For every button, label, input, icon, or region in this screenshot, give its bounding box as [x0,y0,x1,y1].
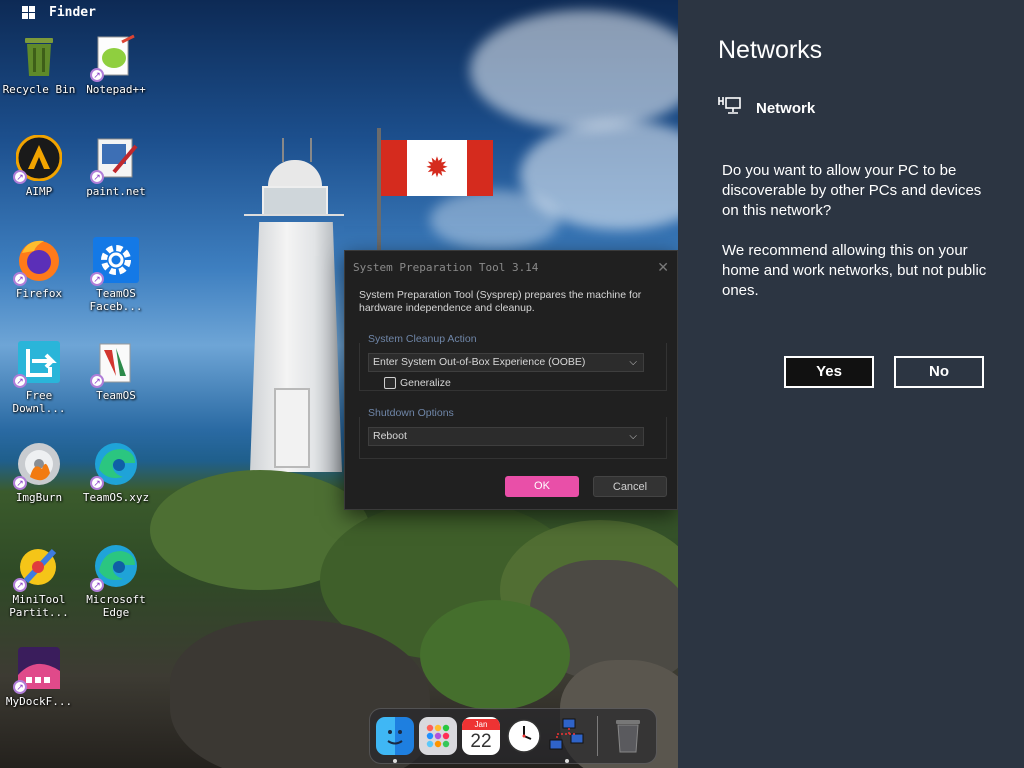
top-menu-bar: Finder [0,0,678,24]
desktop-icon-firefox[interactable]: ↗ Firefox [0,236,78,300]
settings-gear-icon: ↗ [90,236,140,286]
desktop-icon-imgburn[interactable]: ↗ ImgBurn [0,440,78,504]
discoverable-question: Do you want to allow your PC to be disco… [722,162,982,219]
network-name: Network [756,100,816,117]
ok-button[interactable]: OK [505,476,579,497]
chevron-down-icon: ⌵ [629,357,637,368]
recycle-bin-icon [15,32,63,80]
chevron-down-icon: ⌵ [629,431,637,442]
launchpad-icon[interactable] [419,717,457,755]
cleanup-action-group: System Cleanup Action Enter System Out-o… [359,333,667,391]
imgburn-icon: ↗ [13,440,63,490]
active-app-name[interactable]: Finder [49,5,96,20]
mydock-icon: ↗ [13,644,63,694]
generalize-label: Generalize [400,377,451,389]
notepad-plus-plus-icon: ↗ [90,32,140,82]
shutdown-options-group: Shutdown Options Reboot ⌵ [359,407,667,459]
group-title: Shutdown Options [368,407,458,419]
desktop-icon-microsoft-edge[interactable]: ↗ Microsoft Edge [77,542,155,619]
trash-icon[interactable] [609,717,647,755]
paint-net-icon: ↗ [90,134,140,184]
no-button[interactable]: No [894,356,984,388]
edge-icon: ↗ [90,440,140,490]
desktop-icon-aimp[interactable]: ↗ AIMP [0,134,78,198]
yes-button[interactable]: Yes [784,356,874,388]
desktop-icon-free-download[interactable]: ↗ Free Downl... [0,338,78,415]
calendar-day: 22 [470,730,492,752]
clock-icon[interactable] [505,717,543,755]
free-download-icon: ↗ [13,338,63,388]
shutdown-options-select[interactable]: Reboot ⌵ [368,427,644,446]
firefox-icon: ↗ [13,236,63,286]
cleanup-action-select[interactable]: Enter System Out-of-Box Experience (OOBE… [368,353,644,372]
networks-panel: Networks Network Do you want to allow yo… [678,0,1024,768]
ethernet-network-icon [718,95,742,122]
desktop-icon-mydock[interactable]: ↗ MyDockF... [0,644,78,708]
calendar-month: Jan [462,718,500,730]
dock: Jan 22 [369,708,657,764]
desktop-icon-recycle-bin[interactable]: Recycle Bin [0,32,78,96]
running-indicator [393,759,397,763]
network-icon[interactable] [548,717,586,763]
desktop-icon-paint-net[interactable]: ↗ paint.net [77,134,155,198]
desktop-icon-teamos-xyz[interactable]: ↗ TeamOS.xyz [77,440,155,504]
finder-icon[interactable] [376,717,414,763]
desktop-icon-minitool[interactable]: ↗ MiniTool Partit... [0,542,78,619]
generalize-checkbox[interactable] [384,377,396,389]
desktop-icon-teamos[interactable]: ↗ TeamOS [77,338,155,402]
desktop-icon-notepad-plus-plus[interactable]: ↗ Notepad++ [77,32,155,96]
windows-start-icon[interactable] [22,5,35,19]
minitool-icon: ↗ [13,542,63,592]
close-icon[interactable]: ✕ [657,259,669,276]
group-title: System Cleanup Action [368,333,481,345]
aimp-icon: ↗ [13,134,63,184]
dialog-titlebar[interactable]: System Preparation Tool 3.14 ✕ [345,251,677,283]
running-indicator [565,759,569,763]
dock-separator [597,716,598,756]
dialog-title: System Preparation Tool 3.14 [353,260,539,274]
canada-flag: ✹ [381,140,493,196]
calendar-icon[interactable]: Jan 22 [462,717,500,755]
sysprep-dialog: System Preparation Tool 3.14 ✕ System Pr… [344,250,678,510]
panel-title: Networks [718,36,823,64]
desktop-icon-teamos-facebook[interactable]: ↗ TeamOS Faceb... [77,236,155,313]
teamos-icon: ↗ [90,338,140,388]
recommendation-text: We recommend allowing this on your home … [722,242,987,299]
edge-icon: ↗ [90,542,140,592]
network-item[interactable]: Network [718,95,815,122]
dialog-description: System Preparation Tool (Sysprep) prepar… [359,289,642,314]
cancel-button[interactable]: Cancel [593,476,667,497]
